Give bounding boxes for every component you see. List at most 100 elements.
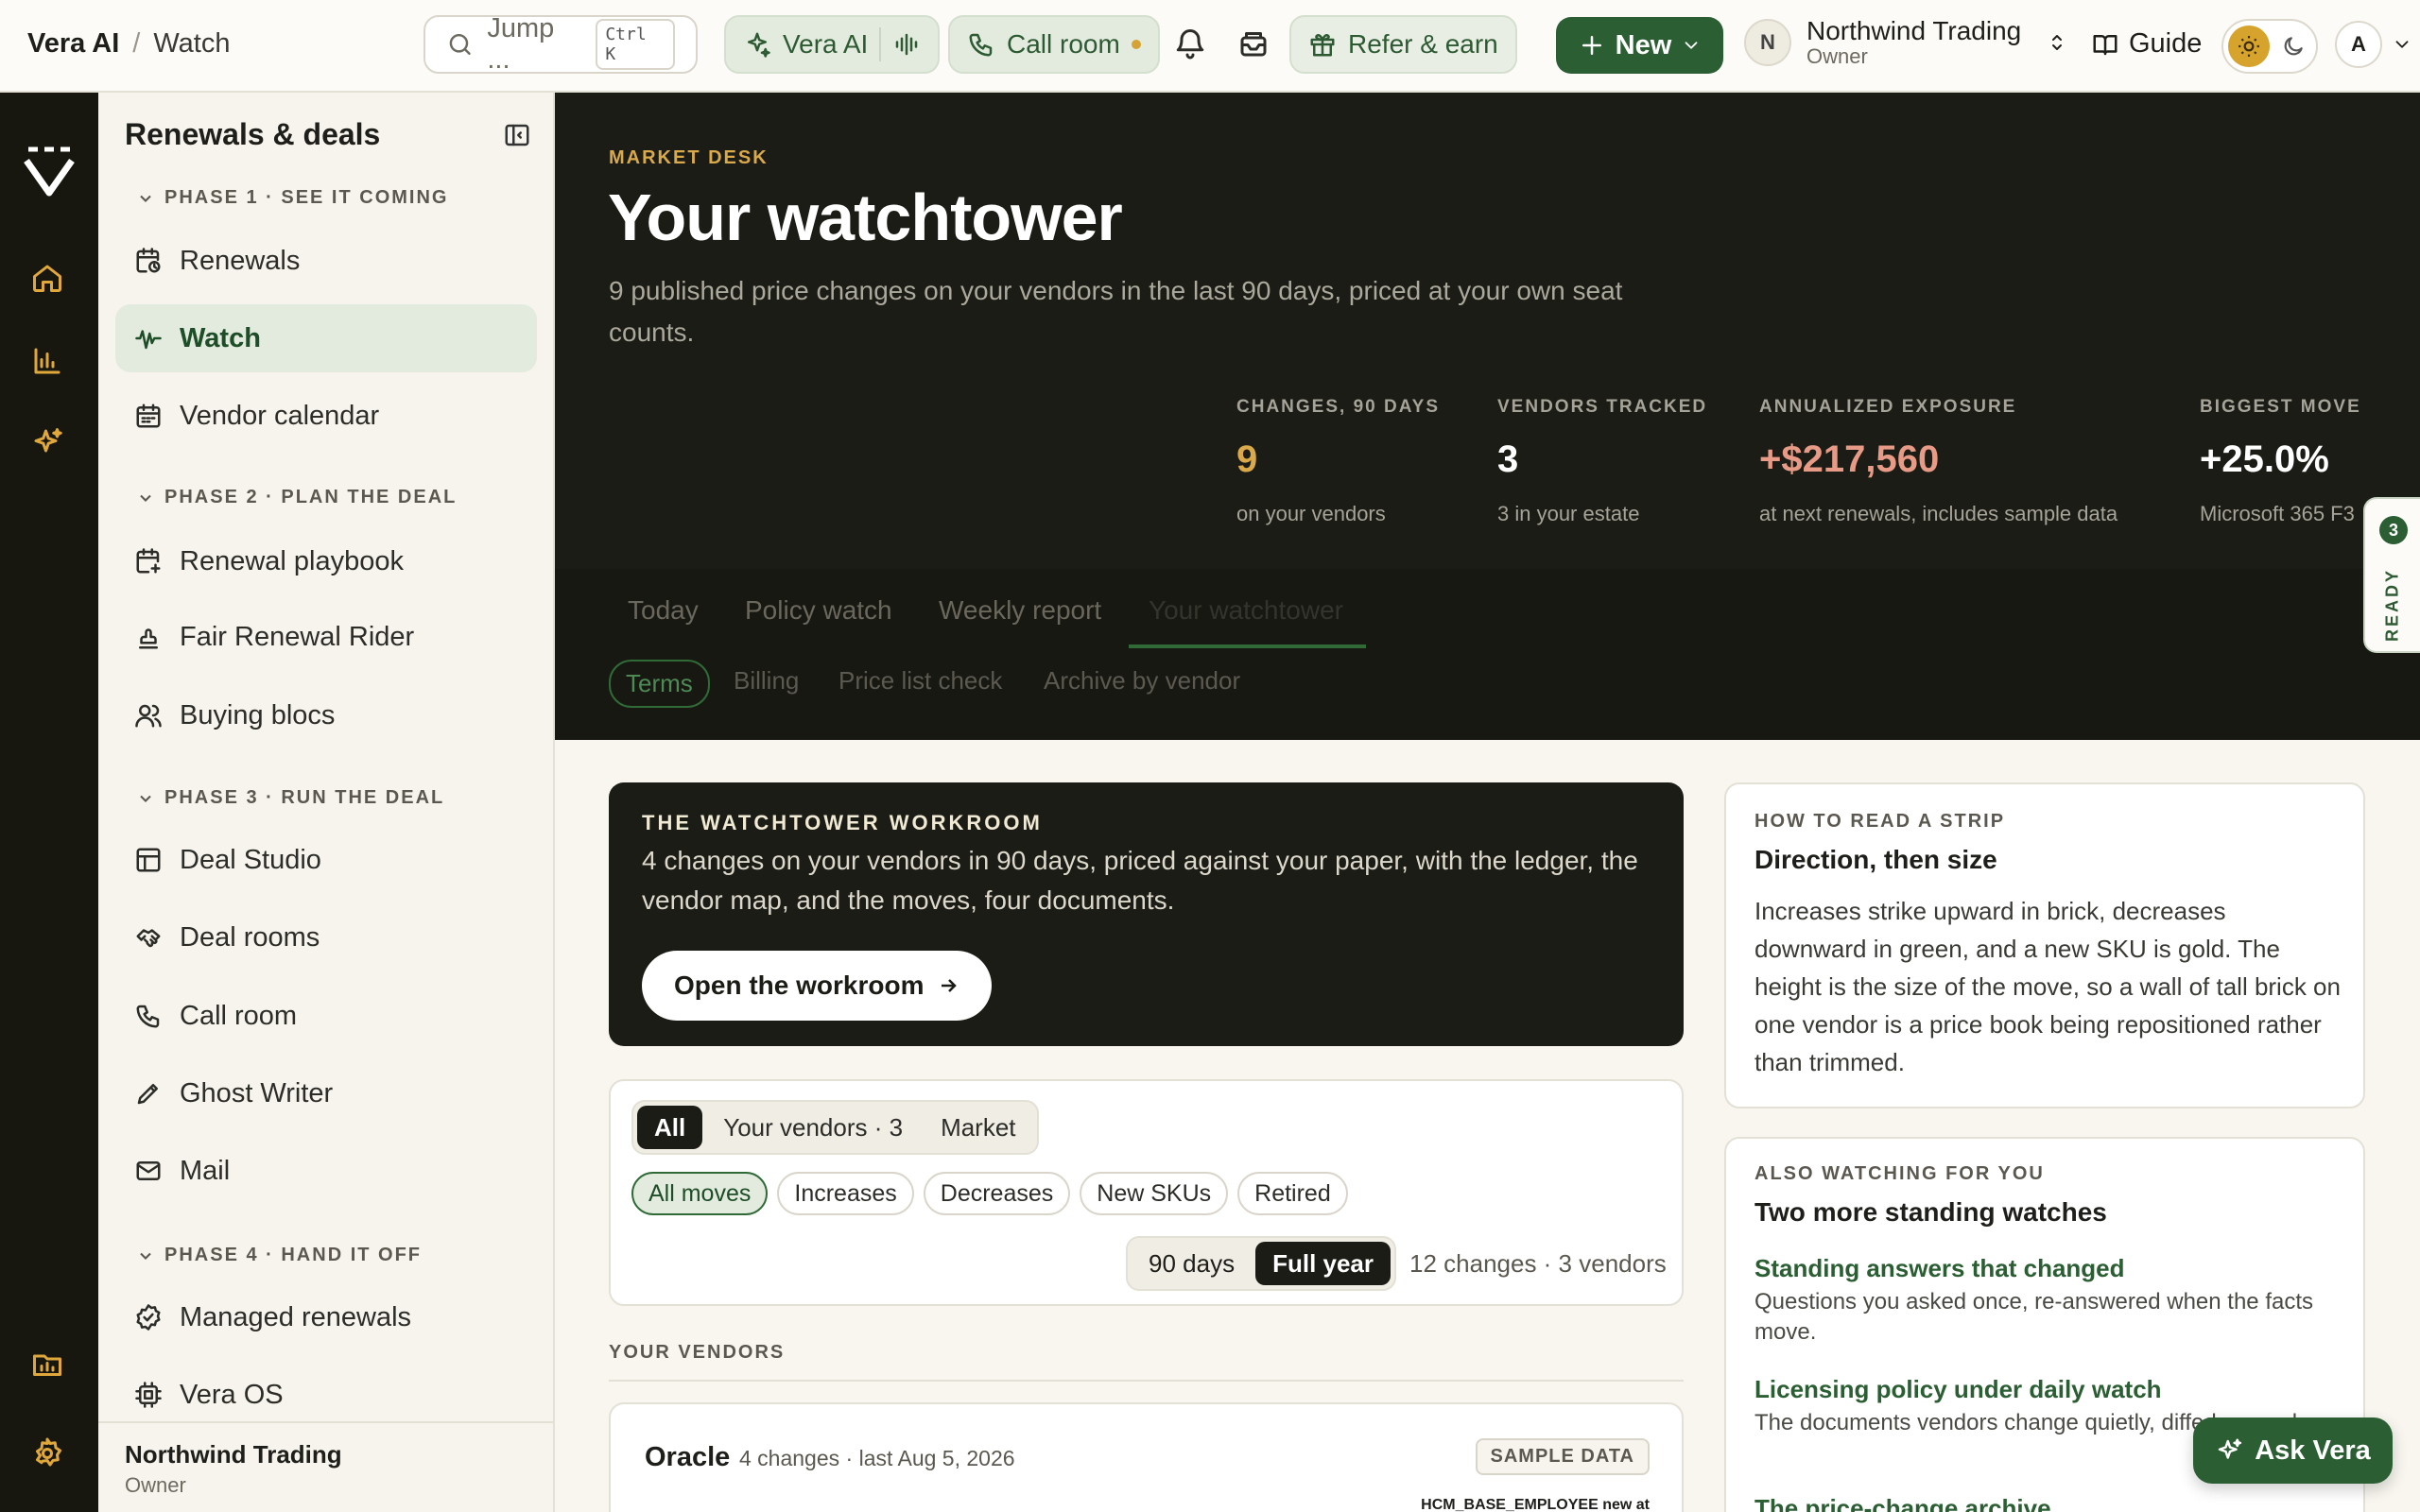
- user-avatar[interactable]: A: [2335, 21, 2382, 68]
- footer-org-role: Owner: [125, 1473, 186, 1497]
- phase-3-header[interactable]: PHASE 3 · RUN THE DEAL: [136, 787, 444, 809]
- refer-earn-button[interactable]: Refer & earn: [1289, 15, 1517, 74]
- vendor-meta: 4 changes · last Aug 5, 2026: [739, 1446, 1015, 1470]
- howto-text: Increases strike upward in brick, decrea…: [1754, 897, 2341, 1076]
- chevrons-up-down-icon: [2052, 35, 2063, 50]
- subtab-price-list-check[interactable]: Price list check: [838, 666, 1002, 696]
- tab-today[interactable]: Today: [628, 595, 699, 626]
- call-room-button[interactable]: Call room: [948, 15, 1160, 74]
- your-vendors-heading: YOUR VENDORS: [609, 1342, 786, 1363]
- moon-icon[interactable]: [2281, 34, 2306, 59]
- phase-4-header[interactable]: PHASE 4 · HAND IT OFF: [136, 1245, 422, 1266]
- voice-waveform-icon[interactable]: [892, 30, 921, 59]
- guide-button[interactable]: Guide: [2091, 28, 2202, 60]
- sidebar-item-ghost-writer[interactable]: Ghost Writer: [115, 1059, 537, 1127]
- calendar-plus-icon: [136, 548, 161, 574]
- range-segmented-control: 90 days Full year: [1126, 1236, 1397, 1291]
- search-input[interactable]: Jump ... Ctrl K: [424, 13, 698, 75]
- new-label: New: [1615, 29, 1672, 60]
- chip-new-skus[interactable]: New SKUs: [1080, 1172, 1229, 1215]
- user-menu-chevron-icon[interactable]: [2392, 34, 2412, 55]
- subtab-billing[interactable]: Billing: [734, 666, 799, 696]
- price-change-archive-link[interactable]: The price-change archive: [1754, 1494, 2051, 1512]
- subtab-terms[interactable]: Terms: [609, 660, 710, 708]
- vera-logo[interactable]: [21, 144, 78, 200]
- stat-value: +$217,560: [1759, 438, 1940, 480]
- stat-label: ANNUALIZED EXPOSURE: [1759, 397, 2017, 417]
- standing-answers-desc: Questions you asked once, re-answered wh…: [1754, 1289, 2313, 1345]
- chevron-down-icon: [140, 795, 151, 802]
- stat-value: 3: [1497, 438, 1519, 480]
- ready-drawer-tab[interactable]: 3 READY: [2363, 497, 2420, 653]
- open-workroom-button[interactable]: Open the workroom: [642, 951, 993, 1021]
- scope-market[interactable]: Market: [924, 1106, 1032, 1149]
- subtab-archive-by-vendor[interactable]: Archive by vendor: [1044, 666, 1240, 696]
- org-switcher[interactable]: N Northwind Trading Owner: [1744, 17, 2068, 68]
- tab-your-watchtower[interactable]: Your watchtower: [1149, 595, 1343, 626]
- stat-value: +25.0%: [2200, 438, 2329, 480]
- sidebar-item-renewals[interactable]: Renewals: [115, 227, 537, 295]
- sidebar-item-deal-rooms[interactable]: Deal rooms: [115, 903, 537, 971]
- plus-icon: [1582, 36, 1601, 55]
- sidebar-item-watch[interactable]: Watch: [115, 304, 537, 372]
- sparkles-icon[interactable]: [30, 425, 64, 459]
- waveform-icon: [135, 330, 162, 350]
- stat-vendors: VENDORS TRACKED 3 3 in your estate: [1497, 397, 1707, 526]
- chip-all-moves[interactable]: All moves: [631, 1172, 769, 1215]
- chip-decreases[interactable]: Decreases: [923, 1172, 1071, 1215]
- vendor-name: Oracle: [645, 1442, 731, 1472]
- folder-chart-icon[interactable]: [30, 1348, 64, 1382]
- workroom-eyebrow: THE WATCHTOWER WORKROOM: [642, 811, 1043, 834]
- org-name: Northwind Trading: [1806, 16, 2022, 45]
- sidebar-item-label: Deal rooms: [180, 921, 320, 953]
- sidebar-item-mail[interactable]: Mail: [115, 1137, 537, 1205]
- gear-icon[interactable]: [30, 1436, 64, 1470]
- chip-retired[interactable]: Retired: [1237, 1172, 1348, 1215]
- range-90-days[interactable]: 90 days: [1132, 1242, 1252, 1285]
- sidebar-item-buying-blocs[interactable]: Buying blocs: [115, 681, 537, 749]
- sidebar: Renewals & deals PHASE 1 · SEE IT COMING…: [98, 93, 555, 1512]
- chip-increases[interactable]: Increases: [777, 1172, 914, 1215]
- scope-your-vendors[interactable]: Your vendors · 3: [706, 1106, 920, 1149]
- ready-count-badge: 3: [2379, 516, 2408, 544]
- sidebar-item-renewal-playbook[interactable]: Renewal playbook: [115, 527, 537, 595]
- standing-answers-link[interactable]: Standing answers that changed: [1754, 1254, 2125, 1283]
- inbox-icon[interactable]: [1236, 26, 1270, 60]
- vera-ai-button[interactable]: Vera AI: [724, 15, 941, 74]
- sample-data-badge: SAMPLE DATA: [1475, 1438, 1650, 1475]
- sidebar-footer-org[interactable]: Northwind Trading Owner: [98, 1421, 555, 1512]
- hero-eyebrow: MARKET DESK: [609, 147, 769, 168]
- vendor-card-oracle[interactable]: Oracle 4 changes · last Aug 5, 2026 SAMP…: [609, 1402, 1684, 1512]
- new-button[interactable]: New: [1556, 17, 1723, 74]
- sidebar-item-call-room[interactable]: Call room: [115, 982, 537, 1050]
- workroom-card: THE WATCHTOWER WORKROOM 4 changes on you…: [609, 782, 1684, 1046]
- tab-policy-watch[interactable]: Policy watch: [745, 595, 892, 626]
- phase-1-header[interactable]: PHASE 1 · SEE IT COMING: [136, 187, 448, 209]
- phase-2-header[interactable]: PHASE 2 · PLAN THE DEAL: [136, 487, 457, 508]
- breadcrumb-current: Watch: [153, 28, 231, 59]
- sidebar-item-deal-studio[interactable]: Deal Studio: [115, 826, 537, 894]
- sidebar-item-label: Call room: [180, 1000, 298, 1031]
- vera-ai-label: Vera AI: [783, 29, 869, 59]
- sun-icon[interactable]: [2228, 26, 2270, 67]
- chevron-down-icon: [140, 1252, 151, 1260]
- sidebar-item-fair-renewal-rider[interactable]: Fair Renewal Rider: [115, 603, 537, 671]
- sidebar-item-vendor-calendar[interactable]: Vendor calendar: [115, 382, 537, 450]
- howto-title: Direction, then size: [1754, 845, 1997, 874]
- sidebar-item-vera-os[interactable]: Vera OS: [115, 1361, 537, 1429]
- bell-icon[interactable]: [1173, 26, 1207, 60]
- sidebar-item-managed-renewals[interactable]: Managed renewals: [115, 1283, 537, 1351]
- live-status-dot: [1131, 40, 1141, 49]
- tab-weekly-report[interactable]: Weekly report: [939, 595, 1101, 626]
- ask-vera-button[interactable]: Ask Vera: [2193, 1418, 2393, 1484]
- mail-icon: [136, 1161, 161, 1180]
- licensing-policy-link[interactable]: Licensing policy under daily watch: [1754, 1375, 2162, 1404]
- theme-toggle[interactable]: [2221, 19, 2318, 74]
- home-icon[interactable]: [30, 261, 64, 295]
- sidebar-collapse-icon[interactable]: [503, 121, 531, 149]
- move-filter-chips: All moves Increases Decreases New SKUs R…: [631, 1172, 1348, 1215]
- range-full-year[interactable]: Full year: [1255, 1242, 1392, 1285]
- breadcrumb-app[interactable]: Vera AI: [27, 28, 119, 60]
- bar-chart-icon[interactable]: [30, 344, 64, 378]
- scope-all[interactable]: All: [637, 1106, 703, 1149]
